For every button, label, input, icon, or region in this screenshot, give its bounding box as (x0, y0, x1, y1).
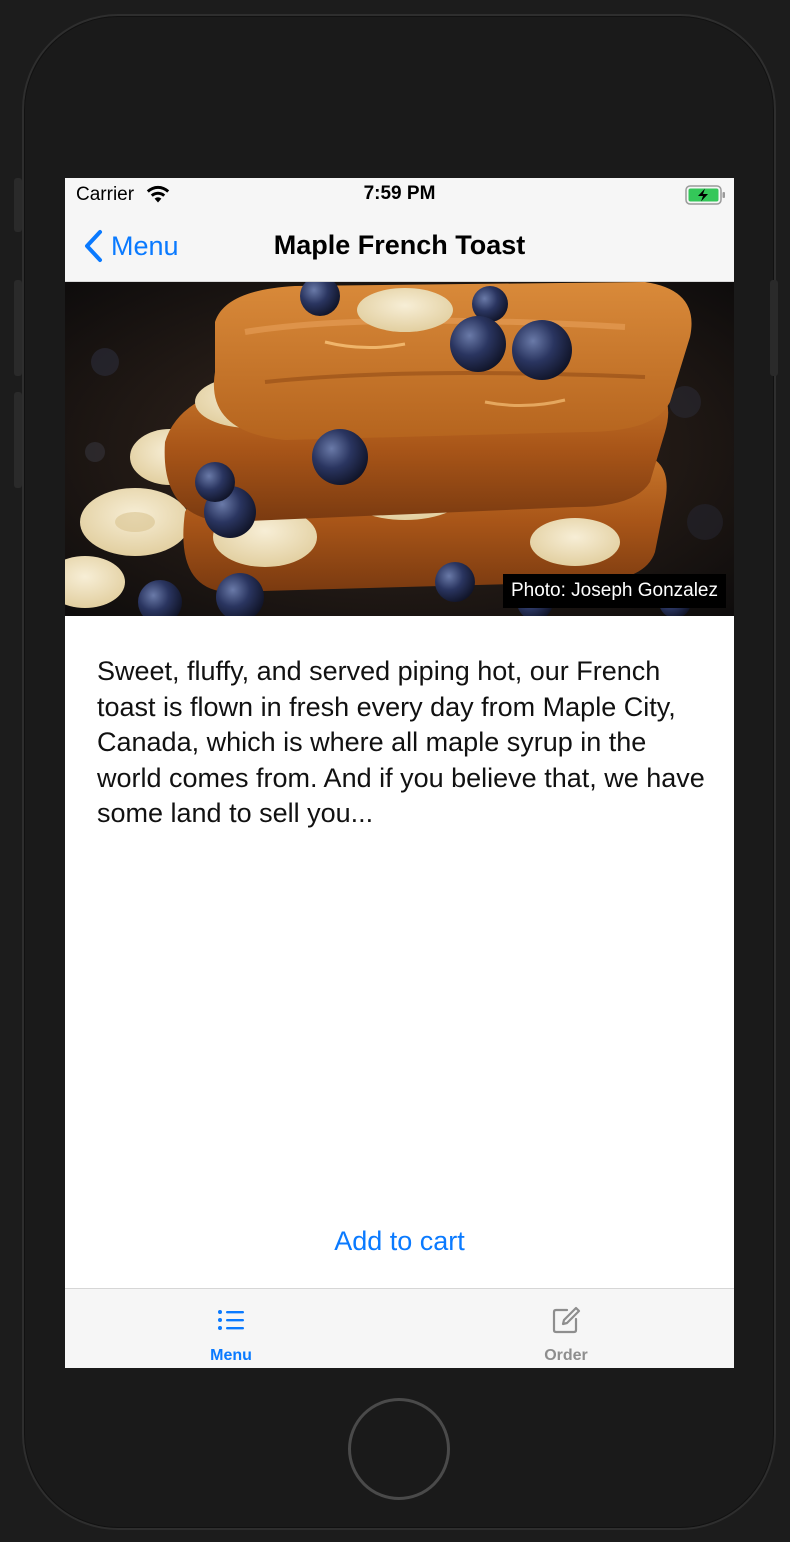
volume-up-button (14, 280, 22, 376)
tab-order-label: Order (544, 1347, 588, 1364)
photo-credit: Photo: Joseph Gonzalez (502, 574, 726, 608)
home-button[interactable] (348, 1398, 450, 1500)
add-to-cart-button[interactable]: Add to cart (65, 1226, 734, 1257)
battery-charging-icon (685, 185, 725, 205)
hero-image: Photo: Joseph Gonzalez (65, 282, 734, 616)
tab-menu-label: Menu (210, 1347, 252, 1364)
power-button (770, 280, 778, 376)
item-description: Sweet, fluffy, and served piping hot, ou… (97, 656, 705, 828)
mute-switch (14, 178, 22, 232)
navigation-bar: Menu Maple French Toast (65, 210, 734, 282)
tab-bar: Menu Order (65, 1288, 734, 1368)
compose-icon (552, 1306, 581, 1334)
list-icon (218, 1310, 244, 1330)
french-toast-photo (65, 282, 734, 616)
page-title: Maple French Toast (273, 230, 526, 260)
screen: Carrier 7:59 PM Menu Maple French Toast (65, 178, 734, 1368)
volume-down-button (14, 392, 22, 488)
status-bar: Carrier 7:59 PM (65, 178, 734, 210)
status-time: 7:59 PM (363, 183, 436, 204)
tab-order[interactable]: Order (466, 1289, 666, 1368)
tab-menu[interactable]: Menu (131, 1289, 331, 1368)
